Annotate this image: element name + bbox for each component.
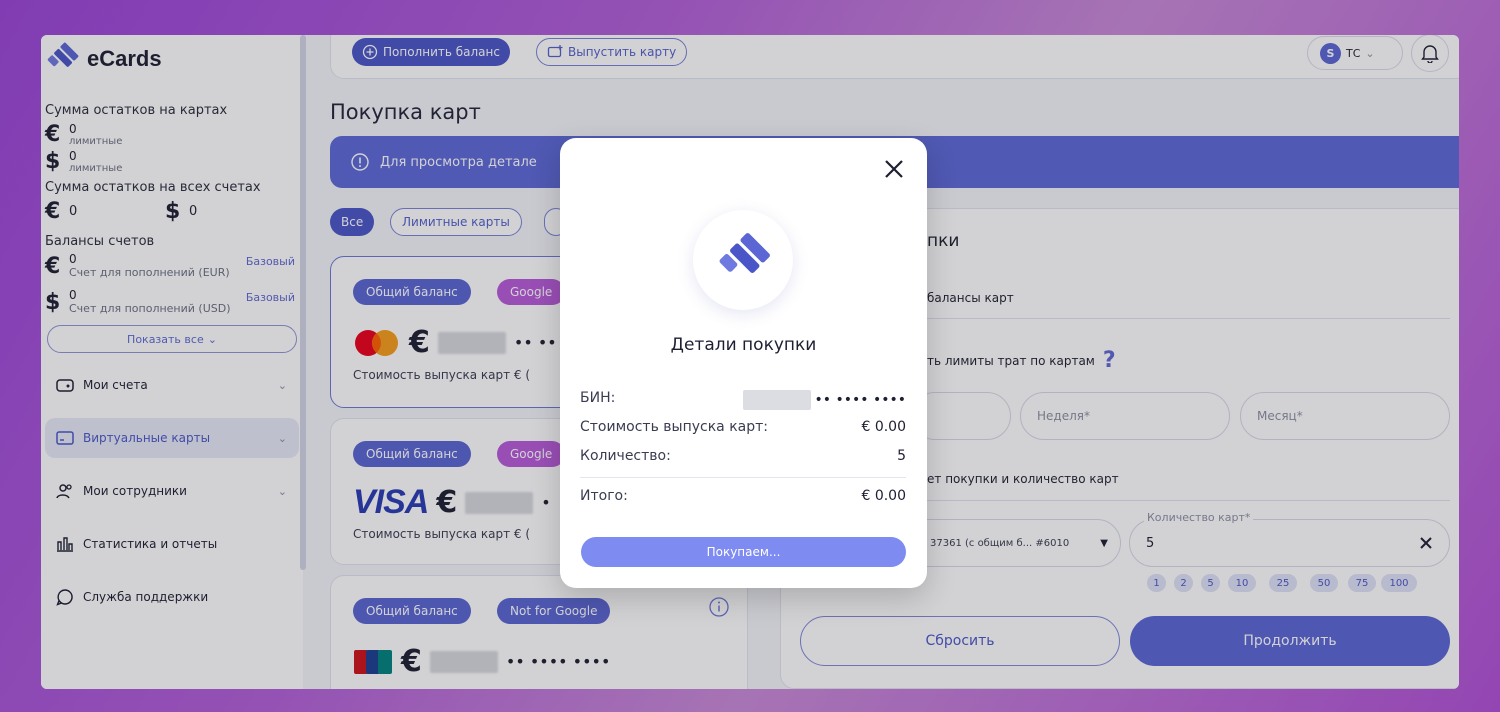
buying-button[interactable]: Покупаем...	[581, 537, 906, 567]
divider	[580, 477, 906, 478]
close-icon[interactable]	[883, 158, 905, 180]
cost-label: Стоимость выпуска карт:	[580, 419, 768, 435]
total-value: € 0.00	[861, 488, 906, 504]
modal-title: Детали покупки	[670, 335, 817, 355]
quantity-row: Количество: 5	[580, 448, 906, 464]
ecards-logo-icon	[719, 233, 770, 273]
bin-value: •• •••• ••••	[742, 390, 906, 410]
bin-mask: •• •••• ••••	[814, 392, 906, 408]
total-label: Итого:	[580, 488, 628, 504]
bin-label: БИН:	[580, 390, 616, 406]
quantity-value: 5	[897, 448, 906, 464]
total-row: Итого: € 0.00	[580, 488, 906, 504]
cost-row: Стоимость выпуска карт: € 0.00	[580, 419, 906, 435]
purchase-details-modal: Детали покупки БИН: •• •••• •••• Стоимос…	[560, 138, 927, 588]
bin-row: БИН: •• •••• ••••	[580, 390, 906, 410]
cost-value: € 0.00	[861, 419, 906, 435]
modal-logo	[693, 210, 793, 310]
masked-bin	[742, 390, 811, 410]
quantity-label: Количество:	[580, 448, 671, 464]
